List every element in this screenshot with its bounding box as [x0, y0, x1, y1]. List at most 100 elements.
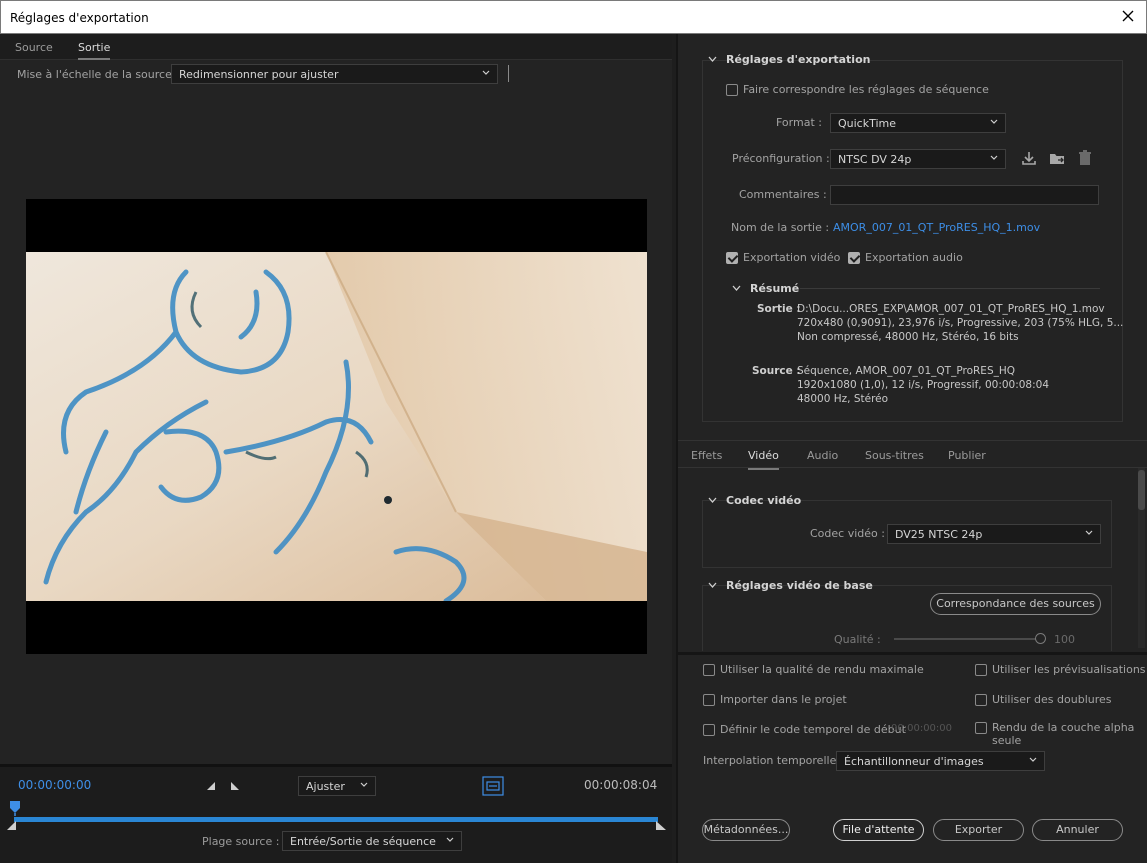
fit-value: Ajuster [306, 780, 345, 793]
output-name-label: Nom de la sortie : [731, 221, 830, 234]
quality-slider-handle[interactable] [1035, 633, 1046, 644]
summary-source-line: 48000 Hz, Stéréo [797, 393, 889, 405]
fit-dropdown[interactable]: Ajuster [298, 776, 376, 796]
use-previews-label: Utiliser les prévisualisations [992, 663, 1146, 676]
tab-video[interactable]: Vidéo [748, 449, 779, 470]
title-bar: Réglages d'exportation [0, 0, 1147, 34]
codec-section-title: Codec vidéo [726, 494, 802, 507]
summary-output-line: 720x480 (0,9091), 23,976 i/s, Progressiv… [797, 317, 1124, 329]
import-into-project-checkbox[interactable] [703, 694, 715, 706]
duration-timecode: 00:00:08:04 [584, 778, 658, 792]
out-point-icon[interactable] [656, 821, 666, 830]
queue-button[interactable]: File d'attente [833, 819, 924, 841]
current-timecode[interactable]: 00:00:00:00 [18, 778, 91, 792]
export-button[interactable]: Exporter [933, 819, 1024, 841]
set-start-timecode-checkbox[interactable] [703, 724, 715, 736]
tab-audio[interactable]: Audio [807, 449, 838, 462]
source-range-dropdown[interactable]: Entrée/Sortie de séquence [282, 831, 462, 851]
summary-source-line: 1920x1080 (1,0), 12 i/s, Progressif, 00:… [797, 379, 1050, 391]
summary-source-line: Séquence, AMOR_007_01_QT_ProRES_HQ [797, 365, 1016, 377]
video-export-checkbox[interactable] [726, 252, 738, 264]
settings-tabs: Effets Vidéo Audio Sous-titres Publier [678, 440, 1147, 470]
render-alpha-checkbox[interactable] [975, 722, 987, 734]
comments-label: Commentaires : [739, 188, 827, 201]
divider [508, 65, 509, 82]
match-sequence-checkbox[interactable] [726, 84, 738, 96]
mark-out-icon[interactable] [230, 781, 240, 791]
summary-title: Résumé [750, 282, 800, 295]
use-previews-checkbox[interactable] [975, 664, 987, 676]
import-preset-icon[interactable] [1049, 150, 1066, 166]
tab-publish[interactable]: Publier [948, 449, 986, 462]
chevron-down-icon [1085, 530, 1093, 535]
comments-input[interactable] [830, 185, 1099, 205]
output-name-link[interactable]: AMOR_007_01_QT_ProRES_HQ_1.mov [833, 221, 1040, 234]
time-interpolation-dropdown[interactable]: Échantillonneur d'images [836, 751, 1045, 771]
match-source-button[interactable]: Correspondance des sources [930, 593, 1101, 615]
format-dropdown[interactable]: QuickTime [830, 113, 1006, 133]
source-range-label: Plage source : [202, 835, 280, 848]
format-label: Format : [776, 116, 822, 129]
preview-panel: Source Sortie Mise à l'échelle de la sou… [0, 34, 672, 863]
match-sequence-label: Faire correspondre les réglages de séque… [743, 83, 989, 96]
close-icon[interactable] [1120, 8, 1136, 24]
time-interpolation-value: Échantillonneur d'images [844, 755, 984, 768]
format-value: QuickTime [838, 117, 897, 130]
cancel-button[interactable]: Annuler [1032, 819, 1123, 841]
summary-output-line: D:\Docu...ORES_EXP\AMOR_007_01_QT_ProRES… [797, 303, 1105, 315]
save-preset-icon[interactable] [1021, 150, 1037, 166]
playhead-icon[interactable] [9, 800, 21, 816]
preview-frame-image [26, 252, 647, 601]
timeline-track[interactable] [14, 817, 658, 822]
chevron-down-icon [990, 155, 998, 160]
quality-label: Qualité : [834, 633, 881, 646]
mark-in-icon[interactable] [206, 781, 216, 791]
divider [800, 288, 1100, 289]
use-proxies-label: Utiliser des doublures [992, 693, 1112, 706]
divider [678, 652, 1147, 655]
quality-value: 100 [1054, 633, 1075, 646]
set-start-timecode-label: Définir le code temporel de début [720, 723, 906, 736]
source-range-value: Entrée/Sortie de séquence [290, 835, 436, 848]
max-render-quality-label: Utiliser la qualité de rendu maximale [720, 663, 924, 676]
source-scaling-value: Redimensionner pour ajuster [179, 68, 339, 81]
chevron-down-icon [990, 119, 998, 124]
max-render-quality-checkbox[interactable] [703, 664, 715, 676]
start-timecode-value[interactable]: 00:00:00:00 [891, 723, 952, 734]
in-point-icon[interactable] [7, 821, 17, 830]
tab-source[interactable]: Source [15, 41, 53, 54]
tab-effects[interactable]: Effets [691, 449, 722, 462]
settings-panel: Réglages d'exportation Faire correspondr… [676, 34, 1147, 863]
audio-export-checkbox[interactable] [848, 252, 860, 264]
import-into-project-label: Importer dans le projet [720, 693, 847, 706]
chevron-down-icon[interactable] [708, 55, 717, 64]
aspect-ratio-icon[interactable] [482, 776, 504, 796]
codec-value: DV25 NTSC 24p [895, 528, 983, 541]
render-alpha-label: Rendu de la couche alpha seule [992, 721, 1135, 747]
chevron-down-icon [446, 837, 454, 842]
audio-export-label: Exportation audio [865, 251, 963, 264]
source-scaling-label: Mise à l'échelle de la source : [17, 68, 180, 81]
chevron-down-icon[interactable] [708, 581, 717, 590]
summary-output-line: Non compressé, 48000 Hz, Stéréo, 16 bits [797, 331, 1019, 343]
summary-source-key: Source : [752, 365, 801, 377]
delete-preset-icon[interactable] [1078, 150, 1092, 166]
codec-dropdown[interactable]: DV25 NTSC 24p [887, 524, 1101, 544]
quality-slider-track[interactable] [894, 638, 1040, 640]
chevron-down-icon [1029, 757, 1037, 762]
metadata-button[interactable]: Métadonnées... [702, 819, 790, 841]
use-proxies-checkbox[interactable] [975, 694, 987, 706]
settings-scrollbar-thumb[interactable] [1138, 470, 1145, 510]
chevron-down-icon[interactable] [732, 284, 741, 293]
tab-captions[interactable]: Sous-titres [865, 449, 924, 462]
source-scaling-dropdown[interactable]: Redimensionner pour ajuster [171, 64, 498, 84]
export-settings-title: Réglages d'exportation [726, 53, 871, 66]
chevron-down-icon [482, 70, 490, 75]
video-export-label: Exportation vidéo [743, 251, 841, 264]
window-title: Réglages d'exportation [10, 11, 149, 25]
time-interpolation-label: Interpolation temporelle : [703, 754, 844, 767]
tab-output[interactable]: Sortie [78, 41, 111, 60]
preset-dropdown[interactable]: NTSC DV 24p [830, 149, 1006, 169]
chevron-down-icon[interactable] [708, 496, 717, 505]
preset-label: Préconfiguration : [732, 152, 830, 165]
